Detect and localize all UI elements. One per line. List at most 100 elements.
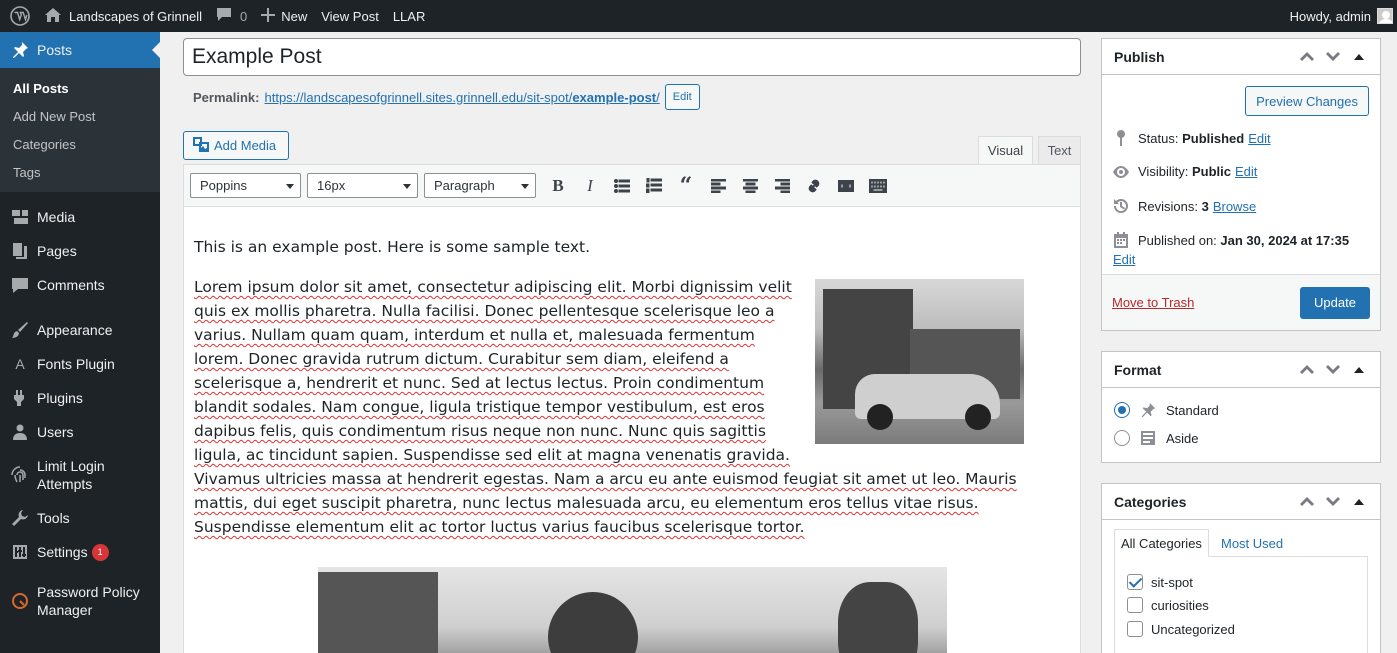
campus-photo-image[interactable] [318,567,947,653]
edit-status-link[interactable]: Edit [1248,131,1270,146]
pages-icon [10,241,30,261]
radio-aside[interactable] [1114,430,1130,446]
fingerprint-icon [10,465,30,485]
read-more-icon[interactable] [830,172,862,200]
checkbox-curiosities[interactable] [1127,597,1143,613]
users-icon [10,422,30,442]
car-photo-image[interactable] [815,279,1024,444]
submenu-categories[interactable]: Categories [0,131,160,159]
categories-box-header: Categories [1102,484,1380,520]
view-post-link[interactable]: View Post [314,0,386,32]
menu-settings[interactable]: Settings 1 [0,535,160,569]
category-item[interactable]: Uncategorized [1127,621,1235,637]
tab-visual[interactable]: Visual [978,136,1033,164]
visibility-value: Public [1191,164,1231,179]
edit-visibility-link[interactable]: Edit [1235,164,1257,179]
status-label: Status: [1138,130,1179,146]
menu-appearance[interactable]: Appearance [0,313,160,347]
category-checklist: sit-spot curiosities Uncategorized [1114,556,1368,653]
menu-plugins[interactable]: Plugins [0,381,160,415]
comments-link[interactable]: 0 [209,0,254,32]
menu-pages[interactable]: Pages [0,234,160,268]
add-media-button[interactable]: Add Media [183,131,289,160]
align-right-icon[interactable] [766,172,798,200]
chevron-up-icon[interactable] [1294,365,1320,374]
menu-tools[interactable]: Tools [0,501,160,535]
site-name-link[interactable]: Landscapes of Grinnell [38,0,209,32]
menu-users[interactable]: Users [0,415,160,449]
menu-appearance-label: Appearance [37,322,113,338]
menu-media[interactable]: Media [0,200,160,234]
tab-text[interactable]: Text [1038,136,1081,164]
browse-revisions-link[interactable]: Browse [1213,199,1256,214]
aside-icon [1138,430,1158,446]
checkbox-sit-spot[interactable] [1127,574,1143,590]
edit-date-link[interactable]: Edit [1113,252,1135,267]
editor-toolbar: Poppins 16px Paragraph B I “ [184,165,1080,207]
link-icon[interactable] [798,172,830,200]
format-select[interactable]: Paragraph [424,173,536,198]
my-account-link[interactable]: Howdy, admin [1283,0,1393,32]
preview-changes-button[interactable]: Preview Changes [1245,86,1369,116]
menu-posts[interactable]: Posts [0,32,160,68]
permalink-url[interactable]: https://landscapesofgrinnell.sites.grinn… [264,90,659,105]
category-item[interactable]: curiosities [1127,597,1209,613]
chevron-down-icon[interactable] [1320,365,1346,374]
wordpress-logo-icon[interactable] [2,0,38,32]
format-aside-label: Aside [1166,430,1199,446]
submenu-all-posts[interactable]: All Posts [0,75,160,103]
submenu-tags[interactable]: Tags [0,159,160,187]
menu-settings-label: Settings [37,544,88,560]
intro-paragraph: This is an example post. Here is some sa… [194,238,591,256]
new-content-link[interactable]: New [254,0,314,32]
format-option-standard[interactable]: Standard [1114,402,1219,418]
menu-fonts-plugin-label: Fonts Plugin [37,356,115,372]
font-size-select[interactable]: 16px [307,173,418,198]
menu-password-policy[interactable]: Password Policy Manager [0,575,160,627]
pushpin-icon [10,40,30,60]
chevron-down-icon[interactable] [1320,497,1346,506]
update-button[interactable]: Update [1300,286,1370,319]
llar-link[interactable]: LLAR [386,0,433,32]
move-to-trash-link[interactable]: Move to Trash [1112,295,1194,310]
collapse-triangle-icon[interactable] [1346,498,1372,505]
comments-icon [10,275,30,295]
history-icon [1112,198,1130,214]
tab-most-used[interactable]: Most Used [1214,529,1290,557]
editor-content[interactable]: This is an example post. Here is some sa… [184,207,1080,653]
plugin-icon [10,388,30,408]
font-family-select[interactable]: Poppins [190,173,301,198]
format-option-aside[interactable]: Aside [1114,430,1199,446]
bold-icon[interactable]: B [542,172,574,200]
menu-fonts-plugin[interactable]: A Fonts Plugin [0,347,160,381]
collapse-triangle-icon[interactable] [1346,366,1372,373]
chevron-down-icon[interactable] [1320,52,1346,61]
checkbox-uncategorized[interactable] [1127,621,1143,637]
toolbar-toggle-icon[interactable] [862,172,894,200]
tab-all-categories[interactable]: All Categories [1114,529,1209,557]
permalink-slug: example-post [572,89,657,105]
align-left-icon[interactable] [702,172,734,200]
submenu-add-new-post[interactable]: Add New Post [0,103,160,131]
align-center-icon[interactable] [734,172,766,200]
menu-limit-login[interactable]: Limit Login Attempts [0,449,160,501]
post-title-input[interactable]: Example Post [183,38,1081,76]
menu-comments[interactable]: Comments [0,268,160,302]
revisions-label: Revisions: [1138,198,1198,214]
blockquote-icon[interactable]: “ [670,172,702,200]
published-on-label: Published on: [1138,232,1217,248]
bulleted-list-icon[interactable] [606,172,638,200]
menu-tools-label: Tools [37,510,70,526]
chevron-up-icon[interactable] [1294,497,1320,506]
menu-limit-login-label-2: Attempts [37,476,93,492]
radio-standard[interactable] [1114,402,1130,418]
posts-submenu: All Posts Add New Post Categories Tags [0,68,160,192]
chevron-up-icon[interactable] [1294,52,1320,61]
comments-count: 0 [239,8,248,24]
collapse-triangle-icon[interactable] [1346,53,1372,60]
numbered-list-icon[interactable] [638,172,670,200]
italic-icon[interactable]: I [574,172,606,200]
pin-icon [1112,130,1130,146]
edit-permalink-button[interactable]: Edit [664,84,700,110]
category-item[interactable]: sit-spot [1127,574,1193,590]
